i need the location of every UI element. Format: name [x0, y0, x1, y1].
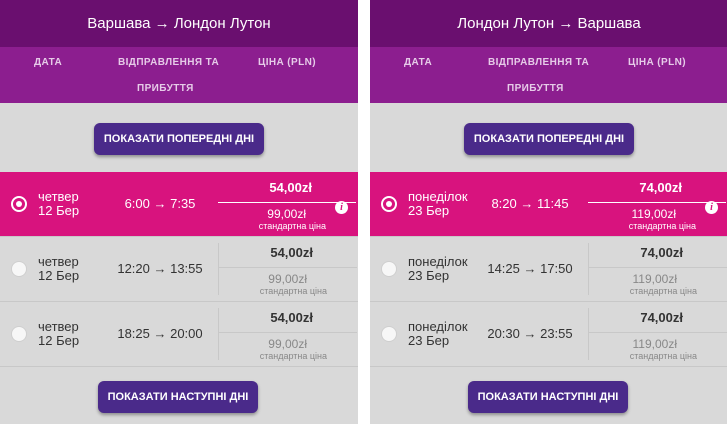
show-previous-days-button[interactable]: ПОКАЗАТИ ПОПЕРЕДНІ ДНІ — [464, 123, 634, 155]
info-icon[interactable]: i — [335, 201, 348, 214]
fare-price: 74,00zł — [639, 180, 682, 195]
column-headers: ДАТА ВІДПРАВЛЕННЯ ТА ПРИБУТТЯ ЦІНА (PLN) — [370, 47, 727, 103]
standard-price: 99,00zł — [267, 207, 306, 221]
return-panel: Лондон Лутон → Варшава ДАТА ВІДПРАВЛЕННЯ… — [370, 0, 727, 424]
date: 23 Бер — [408, 203, 450, 218]
prev-days-area: ПОКАЗАТИ ПОПЕРЕДНІ ДНІ — [370, 103, 727, 172]
standard-price-label: стандартна ціна — [629, 286, 697, 296]
date: 12 Бер — [38, 203, 80, 218]
standard-price: 119,00zł — [632, 337, 677, 351]
fare-price: 54,00zł — [269, 180, 312, 195]
price-divider — [589, 267, 727, 268]
price-box: 54,00zł 99,00zł стандартна ціна — [218, 308, 357, 361]
outbound-panel: Варшава → Лондон Лутон ДАТА ВІДПРАВЛЕННЯ… — [0, 0, 358, 424]
flight-date: четвер 12 Бер — [38, 320, 79, 348]
weekday: понеділок — [408, 319, 468, 334]
flight-row[interactable]: понеділок 23 Бер 8:20 → 11:45 74,00zł 11… — [370, 172, 727, 236]
fare-price: 74,00zł — [640, 310, 683, 325]
standard-price-label: стандартна ціна — [629, 351, 697, 361]
flight-date: понеділок 23 Бер — [408, 320, 468, 348]
price-box: 74,00zł 119,00zł стандартна ціна — [588, 243, 727, 296]
show-previous-days-button[interactable]: ПОКАЗАТИ ПОПЕРЕДНІ ДНІ — [94, 123, 264, 155]
flight-times: 12:20 → 13:55 — [117, 261, 203, 276]
fare-price: 54,00zł — [270, 310, 313, 325]
info-icon[interactable]: i — [705, 201, 718, 214]
show-next-days-button[interactable]: ПОКАЗАТИ НАСТУПНІ ДНІ — [98, 381, 258, 413]
flight-row[interactable]: четвер 12 Бер 12:20 → 13:55 54,00zł 99,0… — [0, 236, 358, 301]
price-divider — [219, 332, 357, 333]
show-next-days-button[interactable]: ПОКАЗАТИ НАСТУПНІ ДНІ — [468, 381, 628, 413]
route-title: Варшава → Лондон Лутон — [0, 0, 358, 47]
flight-row[interactable]: понеділок 23 Бер 14:25 → 17:50 74,00zł 1… — [370, 236, 727, 301]
weekday: понеділок — [408, 189, 468, 204]
standard-price-label: стандартна ціна — [259, 351, 327, 361]
standard-price-label: стандартна ціна — [258, 221, 326, 231]
price-box: 74,00zł 119,00zł стандартна ціна — [588, 308, 727, 361]
prev-days-area: ПОКАЗАТИ ПОПЕРЕДНІ ДНІ — [0, 103, 358, 172]
radio-unselected[interactable] — [11, 261, 27, 277]
radio-unselected[interactable] — [381, 326, 397, 342]
price-box: 54,00zł 99,00zł стандартна ціна — [218, 243, 357, 296]
header-date: ДАТА — [34, 57, 63, 68]
standard-price: 99,00zł — [268, 337, 307, 351]
price-box: 54,00zł 99,00zł стандартна ціна i — [218, 178, 356, 231]
column-headers: ДАТА ВІДПРАВЛЕННЯ ТА ПРИБУТТЯ ЦІНА (PLN) — [0, 47, 358, 103]
route-title: Лондон Лутон → Варшава — [370, 0, 727, 47]
date: 23 Бер — [408, 333, 450, 348]
flight-times: 6:00 → 7:35 — [124, 196, 196, 211]
weekday: понеділок — [408, 254, 468, 269]
next-days-area: ПОКАЗАТИ НАСТУПНІ ДНІ — [370, 366, 727, 424]
header-date: ДАТА — [404, 57, 433, 68]
radio-selected[interactable] — [11, 196, 27, 212]
price-divider — [219, 267, 357, 268]
flight-date: четвер 12 Бер — [38, 255, 79, 283]
weekday: четвер — [38, 319, 79, 334]
flight-date: понеділок 23 Бер — [408, 255, 468, 283]
flight-times: 8:20 → 11:45 — [491, 196, 569, 211]
date: 12 Бер — [38, 268, 80, 283]
standard-price: 99,00zł — [268, 272, 307, 286]
standard-price: 119,00zł — [631, 207, 676, 221]
flight-date: четвер 12 Бер — [38, 190, 79, 218]
header-price: ЦІНА (PLN) — [258, 57, 316, 68]
flight-date: понеділок 23 Бер — [408, 190, 468, 218]
fare-price: 54,00zł — [270, 245, 313, 260]
flight-times: 18:25 → 20:00 — [117, 326, 203, 341]
weekday: четвер — [38, 254, 79, 269]
price-box: 74,00zł 119,00zł стандартна ціна i — [588, 178, 726, 231]
standard-price-label: стандартна ціна — [628, 221, 696, 231]
header-arrival: ПРИБУТТЯ — [507, 83, 564, 94]
standard-price: 119,00zł — [632, 272, 677, 286]
radio-unselected[interactable] — [381, 261, 397, 277]
flight-row[interactable]: понеділок 23 Бер 20:30 → 23:55 74,00zł 1… — [370, 301, 727, 366]
fare-price: 74,00zł — [640, 245, 683, 260]
price-divider — [589, 332, 727, 333]
flight-row[interactable]: четвер 12 Бер 18:25 → 20:00 54,00zł 99,0… — [0, 301, 358, 366]
header-departure: ВІДПРАВЛЕННЯ ТА — [118, 57, 220, 68]
header-price: ЦІНА (PLN) — [628, 57, 686, 68]
flight-times: 20:30 → 23:55 — [487, 326, 573, 341]
flight-row[interactable]: четвер 12 Бер 6:00 → 7:35 54,00zł 99,00z… — [0, 172, 358, 236]
date: 12 Бер — [38, 333, 80, 348]
standard-price-label: стандартна ціна — [259, 286, 327, 296]
flight-times: 14:25 → 17:50 — [487, 261, 573, 276]
date: 23 Бер — [408, 268, 450, 283]
radio-selected[interactable] — [381, 196, 397, 212]
radio-unselected[interactable] — [11, 326, 27, 342]
header-departure: ВІДПРАВЛЕННЯ ТА — [488, 57, 590, 68]
next-days-area: ПОКАЗАТИ НАСТУПНІ ДНІ — [0, 366, 358, 424]
weekday: четвер — [38, 189, 79, 204]
header-arrival: ПРИБУТТЯ — [137, 83, 194, 94]
